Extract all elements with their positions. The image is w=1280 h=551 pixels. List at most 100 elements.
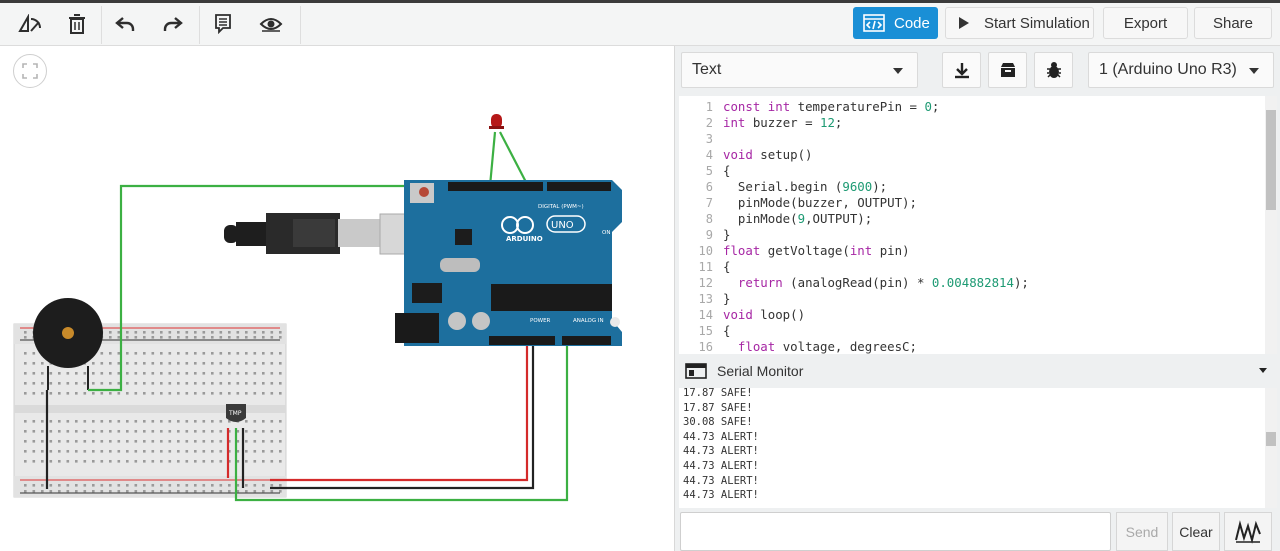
breadboard-hole	[75, 392, 78, 395]
code-line[interactable]: 12 return (analogRead(pin) * 0.004882814…	[679, 275, 1269, 291]
board-on-label: ON	[602, 230, 610, 236]
send-button[interactable]: Send	[1116, 512, 1168, 551]
breadboard-hole	[109, 382, 112, 385]
breadboard-hole	[151, 490, 155, 493]
start-simulation-button[interactable]: Start Simulation	[945, 7, 1094, 39]
code-text: return (analogRead(pin) * 0.004882814);	[737, 275, 1029, 290]
breadboard-hole	[194, 484, 197, 487]
serial-scrollbar-thumb[interactable]	[1266, 432, 1276, 446]
share-button[interactable]: Share	[1194, 7, 1272, 39]
breadboard-hole	[49, 490, 53, 493]
code-line[interactable]: 14 void loop()	[679, 307, 1269, 323]
code-icon	[863, 14, 885, 32]
code-line[interactable]: 6 Serial.begin (9600);	[679, 179, 1269, 195]
code-line[interactable]: 5{	[679, 163, 1269, 179]
breadboard-hole	[24, 450, 27, 453]
breadboard-hole	[126, 352, 129, 355]
export-button[interactable]: Export	[1103, 7, 1188, 39]
code-line[interactable]: 2 int buzzer = 12;	[679, 115, 1269, 131]
code-line[interactable]: 13}	[679, 291, 1269, 307]
rotate-button[interactable]	[14, 6, 46, 42]
breadboard-hole	[194, 392, 197, 395]
code-line[interactable]: 3	[679, 131, 1269, 147]
breadboard-hole	[211, 450, 214, 453]
breadboard-hole	[109, 460, 112, 463]
undo-button[interactable]	[110, 6, 140, 42]
breadboard-hole	[219, 336, 223, 339]
editor-scrollbar-thumb[interactable]	[1266, 110, 1276, 210]
serial-monitor-header[interactable]: Serial Monitor	[679, 356, 1277, 386]
code-line[interactable]: 1 const int temperaturePin = 0;	[679, 99, 1269, 115]
breadboard-hole	[126, 420, 129, 423]
code-editor[interactable]: 1 const int temperaturePin = 0; 2 int buzze…	[679, 96, 1277, 354]
code-text: int buzzer = 12;	[723, 115, 843, 130]
breadboard-hole	[100, 490, 104, 493]
delete-button[interactable]	[62, 6, 92, 42]
code-line[interactable]: 16 float voltage, degreesC;	[679, 339, 1269, 354]
debugger-button[interactable]	[1034, 52, 1073, 88]
code-line[interactable]: 8 pinMode(9,OUTPUT);	[679, 211, 1269, 227]
device-select[interactable]: 1 (Arduino Uno R3)	[1088, 52, 1274, 88]
breadboard-hole	[236, 362, 240, 365]
breadboard-hole	[270, 392, 274, 395]
tmp-sensor[interactable]: TMP	[226, 404, 246, 422]
serial-scrollbar[interactable]	[1265, 388, 1277, 508]
breadboard-hole	[58, 440, 61, 443]
breadboard-hole	[262, 362, 265, 365]
breadboard-hole	[134, 490, 138, 493]
editor-scrollbar[interactable]	[1265, 96, 1277, 354]
breadboard-hole	[185, 392, 189, 395]
visibility-button[interactable]	[255, 6, 287, 42]
clear-button[interactable]: Clear	[1172, 512, 1220, 551]
breadboard-hole	[24, 490, 27, 493]
code-button[interactable]: Code	[853, 7, 938, 39]
code-line[interactable]: 4 void setup()	[679, 147, 1269, 163]
breadboard-hole	[219, 460, 223, 463]
breadboard-hole	[49, 430, 53, 433]
serial-output[interactable]: 17.87 SAFE! 17.87 SAFE! 30.08 SAFE! 44.73 A…	[679, 388, 1277, 508]
notes-button[interactable]	[208, 6, 238, 42]
breadboard-hole	[134, 460, 138, 463]
device-select-value: 1 (Arduino Uno R3)	[1099, 61, 1237, 78]
breadboard-hole	[92, 382, 95, 385]
download-button[interactable]	[942, 52, 981, 88]
breadboard-hole	[253, 440, 257, 443]
code-line[interactable]: 11 {	[679, 259, 1269, 275]
breadboard-hole	[219, 440, 223, 443]
code-line[interactable]: 7 pinMode(buzzer, OUTPUT);	[679, 195, 1269, 211]
code-line[interactable]: 15 {	[679, 323, 1269, 339]
breadboard-hole	[160, 372, 163, 375]
breadboard-hole	[253, 362, 257, 365]
chevron-down-icon[interactable]	[1259, 368, 1267, 373]
code-text: pinMode(buzzer, OUTPUT);	[723, 195, 917, 210]
breadboard-hole	[202, 331, 206, 334]
code-mode-select[interactable]: Text	[681, 52, 918, 88]
breadboard-hole	[66, 484, 70, 487]
breadboard-hole	[92, 440, 95, 443]
breadboard-hole	[279, 362, 282, 365]
breadboard-hole	[262, 440, 265, 443]
breadboard-hole	[24, 362, 27, 365]
breadboard-hole	[151, 460, 155, 463]
breadboard-hole	[66, 490, 70, 493]
breadboard-hole	[126, 430, 129, 433]
breadboard-hole	[194, 362, 197, 365]
led[interactable]	[489, 114, 504, 129]
breadboard-hole	[228, 484, 231, 487]
breadboard-hole	[100, 450, 104, 453]
breadboard-hole	[126, 450, 129, 453]
circuit-canvas[interactable]: ARDUINO UNO DIGITAL (PWM~) ANALOG IN POW…	[0, 46, 675, 551]
code-text: float voltage, degreesC;	[737, 339, 917, 354]
graph-button[interactable]	[1224, 512, 1272, 551]
code-line[interactable]: 10 float getVoltage(int pin)	[679, 243, 1269, 259]
breadboard-hole	[160, 420, 163, 423]
library-button[interactable]	[988, 52, 1027, 88]
serial-input[interactable]	[680, 512, 1111, 551]
redo-button[interactable]	[158, 6, 188, 42]
breadboard-hole	[245, 352, 248, 355]
breadboard-hole	[58, 372, 61, 375]
breadboard-hole	[194, 450, 197, 453]
code-text: void loop()	[723, 307, 806, 322]
code-line[interactable]: 9}	[679, 227, 1269, 243]
breadboard-hole	[92, 460, 95, 463]
